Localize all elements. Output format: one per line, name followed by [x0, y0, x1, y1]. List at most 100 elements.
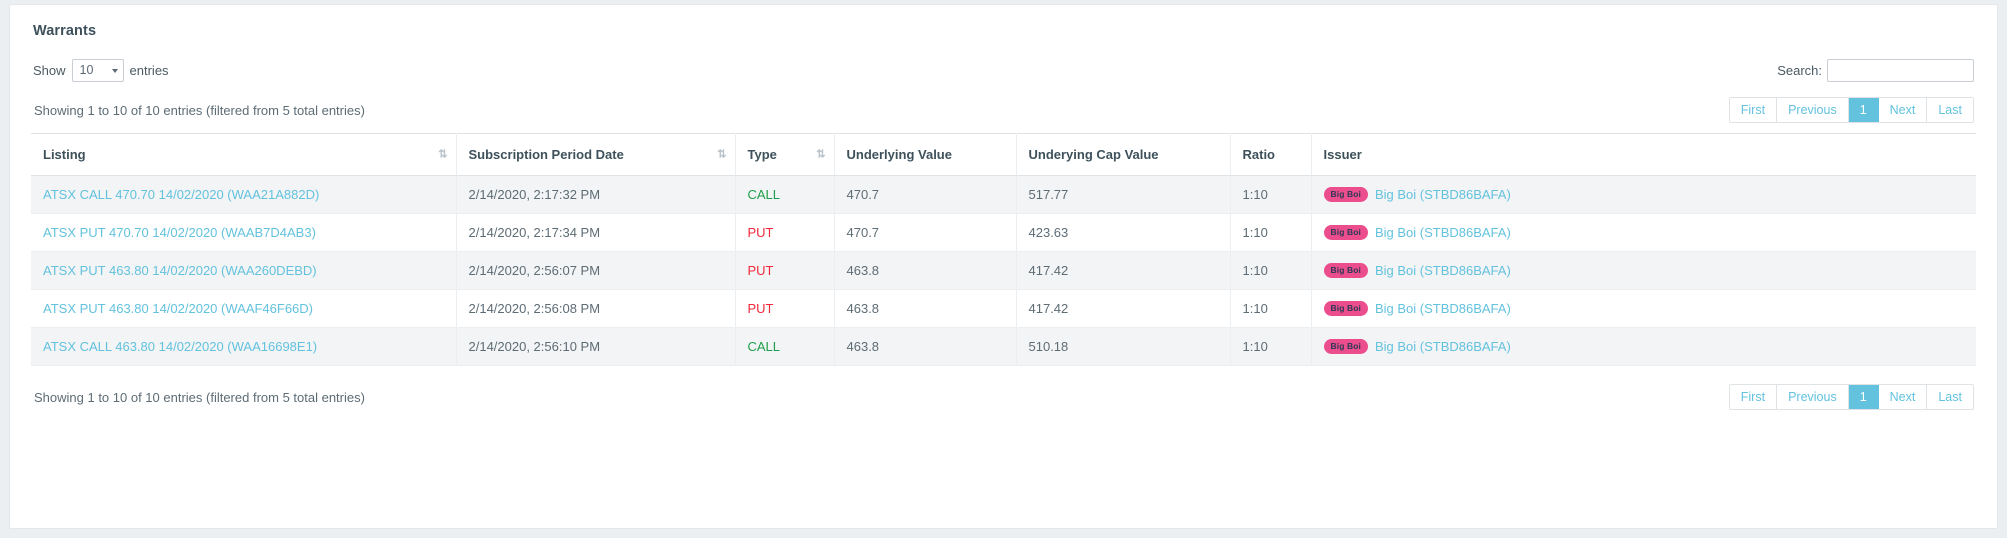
- page-title: Warrants: [33, 23, 97, 39]
- cell-type: PUT: [735, 251, 835, 290]
- cell-underlying-value: 463.8: [834, 327, 1017, 366]
- column-header-ratio-label: Ratio: [1242, 147, 1276, 162]
- entries-info-bottom: Showing 1 to 10 of 10 entries (filtered …: [34, 390, 365, 405]
- cell-listing: ATSX CALL 463.80 14/02/2020 (WAA16698E1): [31, 327, 457, 366]
- cell-issuer: Big Boi Big Boi (STBD86BAFA): [1311, 289, 1976, 328]
- issuer-link[interactable]: Big Boi (STBD86BAFA): [1375, 339, 1511, 354]
- cell-underlying-value: 470.7: [834, 213, 1017, 252]
- cell-ratio: 1:10: [1230, 213, 1312, 252]
- table-body: ATSX CALL 470.70 14/02/2020 (WAA21A882D)…: [31, 175, 1976, 366]
- listing-link[interactable]: ATSX CALL 463.80 14/02/2020 (WAA16698E1): [43, 339, 317, 354]
- entries-label: entries: [129, 63, 169, 78]
- cell-listing: ATSX PUT 463.80 14/02/2020 (WAA260DEBD): [31, 251, 457, 290]
- issuer-badge: Big Boi: [1323, 339, 1368, 354]
- cell-subscription-period-date: 2/14/2020, 2:56:08 PM: [456, 289, 736, 328]
- type-value: PUT: [747, 225, 774, 240]
- issuer-link[interactable]: Big Boi (STBD86BAFA): [1375, 301, 1511, 316]
- listing-link[interactable]: ATSX PUT 463.80 14/02/2020 (WAAF46F66D): [43, 301, 313, 316]
- listing-link[interactable]: ATSX PUT 463.80 14/02/2020 (WAA260DEBD): [43, 263, 317, 278]
- issuer-link[interactable]: Big Boi (STBD86BAFA): [1375, 225, 1511, 240]
- issuer-cell-content: Big Boi Big Boi (STBD86BAFA): [1323, 187, 1967, 202]
- cell-underlying-cap-value: 423.63: [1016, 213, 1231, 252]
- pagination-previous-top[interactable]: Previous: [1777, 98, 1849, 122]
- cell-ratio: 1:10: [1230, 251, 1312, 290]
- column-header-underlying-value-label: Underlying Value: [846, 147, 952, 162]
- issuer-cell-content: Big Boi Big Boi (STBD86BAFA): [1323, 339, 1967, 354]
- table-row: ATSX CALL 463.80 14/02/2020 (WAA16698E1)…: [31, 327, 1976, 366]
- listing-link[interactable]: ATSX PUT 470.70 14/02/2020 (WAAB7D4AB3): [43, 225, 316, 240]
- cell-type: PUT: [735, 213, 835, 252]
- column-header-issuer-label: Issuer: [1323, 147, 1362, 162]
- cell-ratio: 1:10: [1230, 175, 1312, 214]
- column-header-underlying-cap-value[interactable]: Underying Cap Value: [1016, 133, 1231, 176]
- table-head: Listing ⇅ Subscription Period Date ⇅ Typ…: [31, 133, 1976, 176]
- pagination-top: First Previous 1 Next Last: [1728, 97, 1974, 123]
- column-header-subscription-period-date-label: Subscription Period Date: [468, 147, 624, 162]
- cell-underlying-cap-value: 517.77: [1016, 175, 1231, 214]
- pagination-page-1-bottom[interactable]: 1: [1848, 385, 1879, 409]
- cell-subscription-period-date: 2/14/2020, 2:17:34 PM: [456, 213, 736, 252]
- pagination-next-bottom[interactable]: Next: [1878, 385, 1928, 409]
- column-header-type[interactable]: Type ⇅: [735, 133, 835, 176]
- cell-issuer: Big Boi Big Boi (STBD86BAFA): [1311, 251, 1976, 290]
- cell-listing: ATSX PUT 470.70 14/02/2020 (WAAB7D4AB3): [31, 213, 457, 252]
- table-row: ATSX PUT 463.80 14/02/2020 (WAA260DEBD) 2…: [31, 251, 1976, 290]
- cell-listing: ATSX CALL 470.70 14/02/2020 (WAA21A882D): [31, 175, 457, 214]
- issuer-link[interactable]: Big Boi (STBD86BAFA): [1375, 263, 1511, 278]
- type-value: PUT: [747, 263, 774, 278]
- cell-underlying-value: 463.8: [834, 289, 1017, 328]
- table-row: ATSX PUT 470.70 14/02/2020 (WAAB7D4AB3) 2…: [31, 213, 1976, 252]
- page-length-select-shell: 102550100: [71, 59, 124, 82]
- show-label: Show: [33, 63, 66, 78]
- issuer-cell-content: Big Boi Big Boi (STBD86BAFA): [1323, 301, 1967, 316]
- column-header-listing[interactable]: Listing ⇅: [31, 133, 457, 176]
- cell-ratio: 1:10: [1230, 327, 1312, 366]
- sort-updown-icon: ⇅: [438, 148, 447, 160]
- table-header-row: Listing ⇅ Subscription Period Date ⇅ Typ…: [31, 133, 1976, 176]
- page-length-select[interactable]: 102550100: [71, 59, 124, 82]
- page-length-control: Show 102550100 entries: [33, 59, 169, 82]
- search-control: Search:: [1777, 59, 1974, 82]
- issuer-badge: Big Boi: [1323, 187, 1368, 202]
- column-header-subscription-period-date[interactable]: Subscription Period Date ⇅: [456, 133, 736, 176]
- pagination-page-1-top[interactable]: 1: [1848, 98, 1879, 122]
- type-value: CALL: [747, 187, 781, 202]
- pagination-first-top[interactable]: First: [1729, 98, 1778, 122]
- pagination-first-bottom[interactable]: First: [1729, 385, 1778, 409]
- pagination-last-bottom[interactable]: Last: [1927, 385, 1973, 409]
- column-header-underlying-value[interactable]: Underlying Value: [834, 133, 1017, 176]
- entries-info-top: Showing 1 to 10 of 10 entries (filtered …: [34, 103, 365, 118]
- warrants-card: Warrants Show 102550100 entries Search: …: [9, 4, 1998, 529]
- cell-issuer: Big Boi Big Boi (STBD86BAFA): [1311, 175, 1976, 214]
- sort-updown-icon: ⇅: [816, 148, 825, 160]
- issuer-badge: Big Boi: [1323, 263, 1368, 278]
- column-header-ratio[interactable]: Ratio: [1230, 133, 1312, 176]
- search-input[interactable]: [1827, 59, 1974, 82]
- search-label: Search:: [1777, 63, 1822, 78]
- bottom-info-row: Showing 1 to 10 of 10 entries (filtered …: [31, 382, 1976, 422]
- cell-underlying-cap-value: 510.18: [1016, 327, 1231, 366]
- cell-subscription-period-date: 2/14/2020, 2:17:32 PM: [456, 175, 736, 214]
- issuer-link[interactable]: Big Boi (STBD86BAFA): [1375, 187, 1511, 202]
- cell-underlying-value: 470.7: [834, 175, 1017, 214]
- cell-issuer: Big Boi Big Boi (STBD86BAFA): [1311, 213, 1976, 252]
- issuer-cell-content: Big Boi Big Boi (STBD86BAFA): [1323, 263, 1967, 278]
- listing-link[interactable]: ATSX CALL 470.70 14/02/2020 (WAA21A882D): [43, 187, 319, 202]
- pagination-next-top[interactable]: Next: [1878, 98, 1928, 122]
- issuer-cell-content: Big Boi Big Boi (STBD86BAFA): [1323, 225, 1967, 240]
- issuer-badge: Big Boi: [1323, 225, 1368, 240]
- cell-issuer: Big Boi Big Boi (STBD86BAFA): [1311, 327, 1976, 366]
- cell-type: CALL: [735, 327, 835, 366]
- warrants-table: Listing ⇅ Subscription Period Date ⇅ Typ…: [31, 133, 1976, 366]
- cell-type: CALL: [735, 175, 835, 214]
- cell-subscription-period-date: 2/14/2020, 2:56:10 PM: [456, 327, 736, 366]
- pagination-last-top[interactable]: Last: [1927, 98, 1973, 122]
- pagination-previous-bottom[interactable]: Previous: [1777, 385, 1849, 409]
- cell-ratio: 1:10: [1230, 289, 1312, 328]
- top-info-row: Showing 1 to 10 of 10 entries (filtered …: [31, 97, 1976, 133]
- type-value: CALL: [747, 339, 781, 354]
- cell-underlying-value: 463.8: [834, 251, 1017, 290]
- column-header-issuer[interactable]: Issuer: [1311, 133, 1976, 176]
- column-header-underlying-cap-value-label: Underying Cap Value: [1028, 147, 1159, 162]
- column-header-type-label: Type: [747, 147, 777, 162]
